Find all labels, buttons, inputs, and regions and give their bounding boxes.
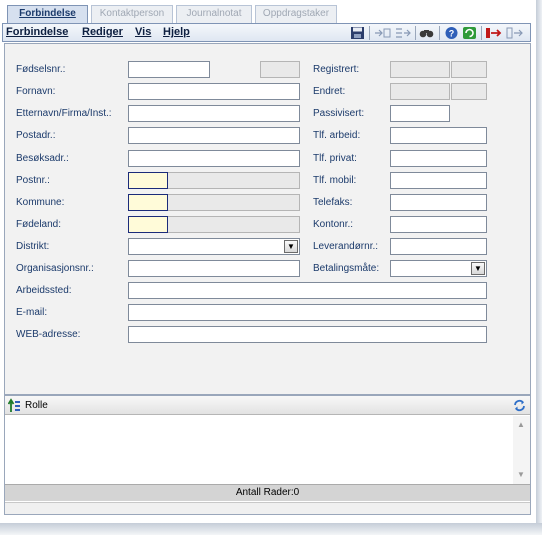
label-betalingsmate: Betalingsmåte: bbox=[313, 263, 380, 274]
kommune-description-field bbox=[168, 194, 300, 211]
arbeidssted-input[interactable] bbox=[128, 282, 487, 299]
label-tlf-arbeid: Tlf. arbeid: bbox=[313, 130, 361, 141]
next-icon[interactable] bbox=[506, 26, 524, 40]
postnr-input[interactable] bbox=[128, 172, 168, 189]
collapse-icon[interactable] bbox=[374, 26, 392, 40]
label-tlf-mobil: Tlf. mobil: bbox=[313, 175, 357, 186]
window-edge bbox=[536, 0, 542, 530]
label-etternavn: Etternavn/Firma/Inst.: bbox=[16, 108, 112, 119]
label-web: WEB-adresse: bbox=[16, 329, 81, 340]
postadr-input[interactable] bbox=[128, 127, 300, 144]
kommune-input[interactable] bbox=[128, 194, 168, 211]
tlf-mobil-input[interactable] bbox=[390, 172, 487, 189]
web-input[interactable] bbox=[128, 326, 487, 343]
role-list-header: Rolle bbox=[5, 396, 530, 415]
save-icon[interactable] bbox=[350, 26, 365, 40]
role-list: Rolle ▲ ▼ Antall Rader:0 bbox=[4, 395, 531, 515]
sort-icon[interactable] bbox=[8, 398, 22, 413]
etternavn-input[interactable] bbox=[128, 105, 300, 122]
column-header-rolle[interactable]: Rolle bbox=[25, 400, 48, 411]
expand-icon[interactable] bbox=[394, 26, 412, 40]
label-organisasjonsnr: Organisasjonsnr.: bbox=[16, 263, 94, 274]
tab-forbindelse[interactable]: Forbindelse bbox=[7, 5, 88, 24]
leverandornr-input[interactable] bbox=[390, 238, 487, 255]
menu-hjelp[interactable]: Hjelp bbox=[163, 26, 190, 38]
kontonr-input[interactable] bbox=[390, 216, 487, 233]
refresh-icon[interactable] bbox=[462, 26, 477, 40]
besoksadr-input[interactable] bbox=[128, 150, 300, 167]
status-strip bbox=[5, 502, 530, 514]
email-input[interactable] bbox=[128, 304, 487, 321]
form-panel: Fødselsnr.: Fornavn: Etternavn/Firma/Ins… bbox=[4, 43, 531, 395]
telefaks-input[interactable] bbox=[390, 194, 487, 211]
exit-icon[interactable] bbox=[485, 26, 503, 40]
tab-bar: Forbindelse Kontaktperson Journalnotat O… bbox=[5, 5, 540, 24]
refresh-icon[interactable] bbox=[512, 398, 527, 413]
label-passivisert: Passivisert: bbox=[313, 108, 365, 119]
label-postnr: Postnr.: bbox=[16, 175, 50, 186]
toolbar-separator bbox=[481, 26, 482, 40]
label-email: E-mail: bbox=[16, 307, 48, 318]
fodeland-input[interactable] bbox=[128, 216, 168, 233]
label-tlf-privat: Tlf. privat: bbox=[313, 153, 357, 164]
role-list-scrollbar[interactable]: ▲ ▼ bbox=[513, 416, 530, 484]
find-icon[interactable] bbox=[419, 26, 434, 40]
label-fornavn: Fornavn: bbox=[16, 86, 56, 97]
fornavn-input[interactable] bbox=[128, 83, 300, 100]
tab-oppdragstaker[interactable]: Oppdragstaker bbox=[255, 5, 337, 23]
organisasjonsnr-input[interactable] bbox=[128, 260, 300, 277]
svg-text:?: ? bbox=[449, 29, 455, 39]
distrikt-select[interactable]: ▼ bbox=[128, 238, 300, 255]
menu-bar: Forbindelse Rediger Vis Hjelp ? bbox=[2, 23, 531, 42]
endret-date-field bbox=[390, 83, 450, 100]
label-fodselsnr: Fødselsnr.: bbox=[16, 64, 66, 75]
betalingsmate-select[interactable]: ▼ bbox=[390, 260, 487, 277]
label-kontonr: Kontonr.: bbox=[313, 219, 354, 230]
help-icon[interactable]: ? bbox=[444, 26, 459, 40]
registrert-user-field bbox=[451, 61, 487, 78]
label-endret: Endret: bbox=[313, 86, 346, 97]
menu-forbindelse[interactable]: Forbindelse bbox=[6, 26, 68, 38]
scroll-up-icon[interactable]: ▲ bbox=[517, 420, 525, 429]
tlf-arbeid-input[interactable] bbox=[390, 127, 487, 144]
toolbar-separator bbox=[415, 26, 416, 40]
tab-journalnotat[interactable]: Journalnotat bbox=[176, 5, 252, 23]
menu-rediger[interactable]: Rediger bbox=[82, 26, 123, 38]
toolbar-separator bbox=[369, 26, 370, 40]
label-besoksadr: Besøksadr.: bbox=[16, 153, 69, 164]
label-arbeidssted: Arbeidssted: bbox=[16, 285, 72, 296]
label-postadr: Postadr.: bbox=[16, 130, 56, 141]
endret-user-field bbox=[451, 83, 487, 100]
chevron-down-icon[interactable]: ▼ bbox=[284, 240, 298, 253]
fodselsnr-extra-field bbox=[260, 61, 300, 78]
toolbar-separator bbox=[439, 26, 440, 40]
fodeland-description-field bbox=[168, 216, 300, 233]
menu-vis[interactable]: Vis bbox=[135, 26, 151, 38]
postnr-description-field bbox=[168, 172, 300, 189]
application-window: Forbindelse Kontaktperson Journalnotat O… bbox=[0, 0, 542, 535]
window-edge bbox=[0, 523, 542, 535]
fodselsnr-input[interactable] bbox=[128, 61, 210, 78]
label-telefaks: Telefaks: bbox=[313, 197, 353, 208]
label-fodeland: Fødeland: bbox=[16, 219, 62, 230]
registrert-date-field bbox=[390, 61, 450, 78]
scroll-down-icon[interactable]: ▼ bbox=[517, 470, 525, 479]
label-leverandornr: Leverandørnr.: bbox=[313, 241, 379, 252]
chevron-down-icon[interactable]: ▼ bbox=[471, 262, 485, 275]
label-registrert: Registrert: bbox=[313, 64, 360, 75]
passivisert-input[interactable] bbox=[390, 105, 450, 122]
row-count-status: Antall Rader:0 bbox=[5, 484, 530, 501]
tlf-privat-input[interactable] bbox=[390, 150, 487, 167]
label-distrikt: Distrikt: bbox=[16, 241, 50, 252]
tab-kontaktperson[interactable]: Kontaktperson bbox=[91, 5, 173, 23]
label-kommune: Kommune: bbox=[16, 197, 65, 208]
